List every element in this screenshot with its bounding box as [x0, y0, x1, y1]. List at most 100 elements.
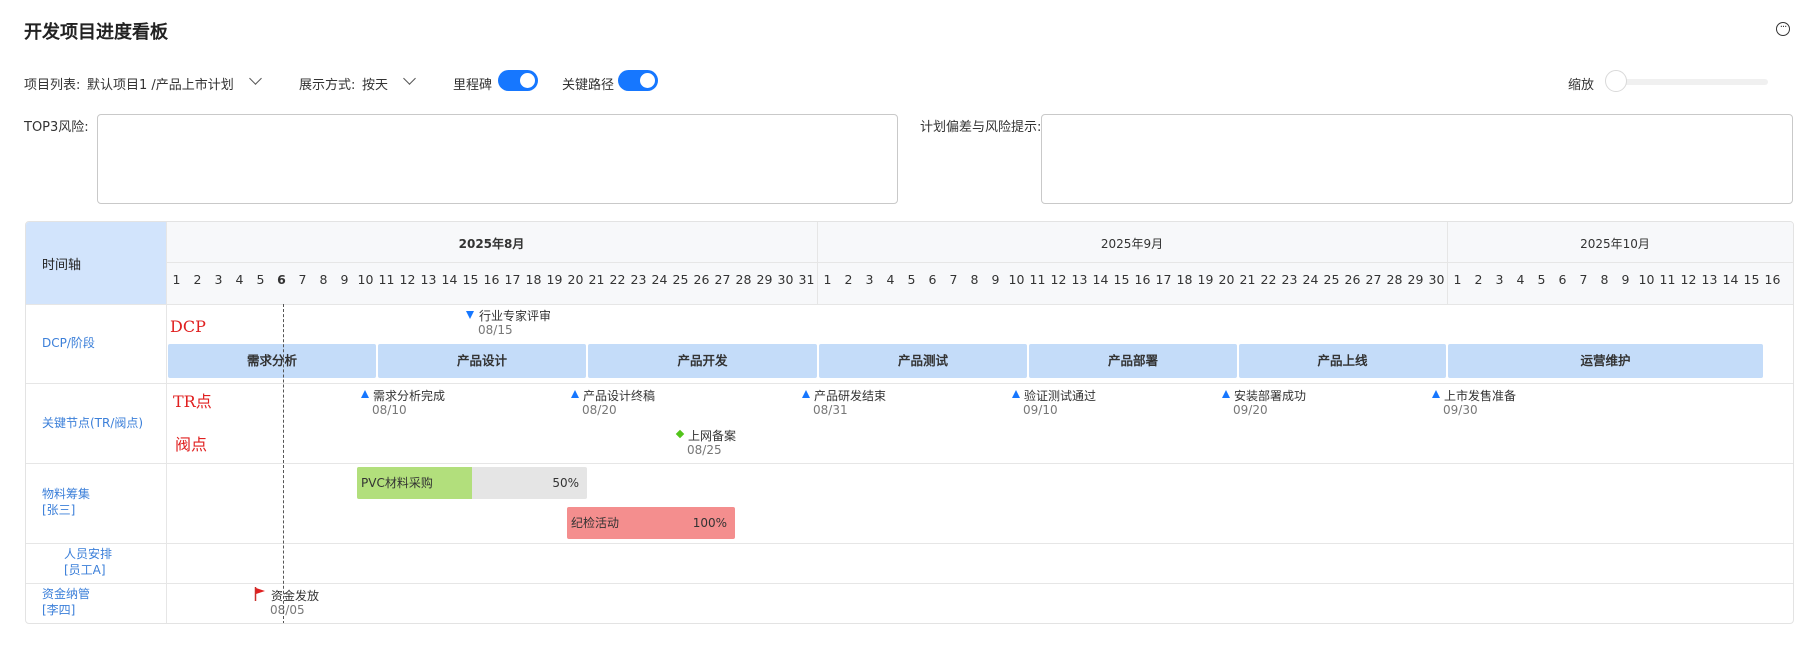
phase-bar[interactable]: 运营维护: [1448, 344, 1763, 378]
display-mode-select[interactable]: 按天: [362, 74, 388, 93]
task-bar-inspection[interactable]: 纪检活动 100%: [567, 507, 735, 539]
row-owner: [员工A]: [64, 563, 106, 577]
day-label: 1: [823, 272, 832, 287]
day-label: 16: [1134, 272, 1151, 287]
phase-bar[interactable]: 产品设计: [378, 344, 586, 378]
day-label: 11: [378, 272, 395, 287]
milestone-marker-icon[interactable]: [466, 311, 474, 319]
milestone-toggle[interactable]: [498, 70, 538, 91]
day-label: 27: [714, 272, 731, 287]
day-label: 9: [1621, 272, 1630, 287]
task-name: PVC材料采购: [361, 476, 433, 490]
day-label: 21: [588, 272, 605, 287]
deviation-hint-textarea[interactable]: [1041, 114, 1793, 204]
project-list-label: 项目列表:: [24, 78, 81, 93]
day-label: 20: [567, 272, 584, 287]
day-label: 16: [483, 272, 500, 287]
phase-bar[interactable]: 产品部署: [1029, 344, 1237, 378]
tr-point-date: 08/31: [813, 403, 848, 417]
day-label: 4: [1516, 272, 1525, 287]
zoom-slider-handle[interactable]: [1605, 70, 1627, 92]
day-label: 15: [1743, 272, 1760, 287]
day-label: 10: [1008, 272, 1025, 287]
annotation-tr-point: TR点: [173, 392, 212, 411]
tr-point-label: 需求分析完成: [373, 389, 446, 403]
phase-bar[interactable]: 产品上线: [1239, 344, 1446, 378]
row-label-key-nodes[interactable]: 关键节点(TR/阀点): [42, 415, 143, 431]
tr-point-icon[interactable]: [802, 390, 810, 398]
row-divider: [26, 463, 1793, 464]
day-label: 22: [609, 272, 626, 287]
day-label: 13: [1071, 272, 1088, 287]
tr-point-icon[interactable]: [361, 390, 369, 398]
row-title: 资金纳管: [42, 587, 91, 601]
more-options-icon[interactable]: ···: [1776, 22, 1790, 36]
day-label: 12: [399, 272, 416, 287]
toggle-knob: [640, 73, 655, 88]
tr-point-icon[interactable]: [1432, 390, 1440, 398]
day-label: 14: [1722, 272, 1739, 287]
row-label-staff[interactable]: 人员安排 [员工A]: [64, 546, 112, 578]
day-label: 21: [1239, 272, 1256, 287]
chevron-down-icon[interactable]: [249, 72, 262, 85]
tr-point-icon[interactable]: [571, 390, 579, 398]
task-bar-pvc[interactable]: PVC材料采购 50%: [357, 467, 587, 499]
top3-risk-textarea[interactable]: [97, 114, 898, 204]
top3-risk-label: TOP3风险:: [24, 120, 89, 135]
day-label: 5: [1537, 272, 1546, 287]
day-label: 18: [525, 272, 542, 287]
row-title: 人员安排: [64, 547, 113, 561]
day-label: 5: [907, 272, 916, 287]
month-label: 2025年10月: [1580, 237, 1650, 251]
day-label: 10: [357, 272, 374, 287]
today-indicator-line: [283, 304, 284, 623]
tr-point-icon[interactable]: [1012, 390, 1020, 398]
day-label: 31: [798, 272, 815, 287]
day-label: 11: [1029, 272, 1046, 287]
flag-icon[interactable]: [254, 587, 266, 601]
tr-point-date: 09/20: [1233, 403, 1268, 417]
day-label: 15: [462, 272, 479, 287]
row-divider: [26, 583, 1793, 584]
gate-point-label: 上网备案: [688, 429, 737, 443]
row-label-funds[interactable]: 资金纳管 [李四]: [42, 586, 90, 618]
project-select[interactable]: 默认项目1 /产品上市计划: [87, 74, 234, 93]
milestone-toggle-label: 里程碑: [453, 78, 493, 93]
header-divider: [26, 304, 1793, 305]
day-label: 2: [844, 272, 853, 287]
day-label: 29: [756, 272, 773, 287]
day-label: 20: [1218, 272, 1235, 287]
day-label: 18: [1176, 272, 1193, 287]
tr-point-date: 09/30: [1443, 403, 1478, 417]
day-label: 8: [319, 272, 328, 287]
day-label: 29: [1407, 272, 1424, 287]
day-label: 6: [1558, 272, 1567, 287]
month-label: 2025年8月: [458, 237, 525, 251]
fund-event-label: 资金发放: [271, 589, 320, 603]
day-label: 3: [865, 272, 874, 287]
phase-bar[interactable]: 产品测试: [819, 344, 1027, 378]
phase-bar[interactable]: 产品开发: [588, 344, 817, 378]
phase-bar[interactable]: 需求分析: [168, 344, 376, 378]
row-label-material[interactable]: 物料筹集 [张三]: [42, 486, 90, 518]
day-label: 26: [693, 272, 710, 287]
row-divider: [26, 543, 1793, 544]
day-label: 12: [1050, 272, 1067, 287]
zoom-slider-track[interactable]: [1620, 79, 1768, 85]
day-label: 14: [441, 272, 458, 287]
day-label: 24: [1302, 272, 1319, 287]
chevron-down-icon[interactable]: [403, 72, 416, 85]
critical-path-toggle-label: 关键路径: [562, 78, 615, 93]
day-label: 7: [949, 272, 958, 287]
tr-point-icon[interactable]: [1222, 390, 1230, 398]
tr-point-label: 产品设计终稿: [583, 389, 656, 403]
tr-point-label: 产品研发结束: [814, 389, 887, 403]
page-title: 开发项目进度看板: [24, 22, 168, 43]
fund-event-date: 08/05: [270, 603, 305, 617]
critical-path-toggle[interactable]: [618, 70, 658, 91]
day-label: 23: [630, 272, 647, 287]
gate-point-icon[interactable]: [675, 429, 685, 439]
row-label-dcp[interactable]: DCP/阶段: [42, 335, 95, 351]
day-label: 4: [235, 272, 244, 287]
day-label: 30: [777, 272, 794, 287]
